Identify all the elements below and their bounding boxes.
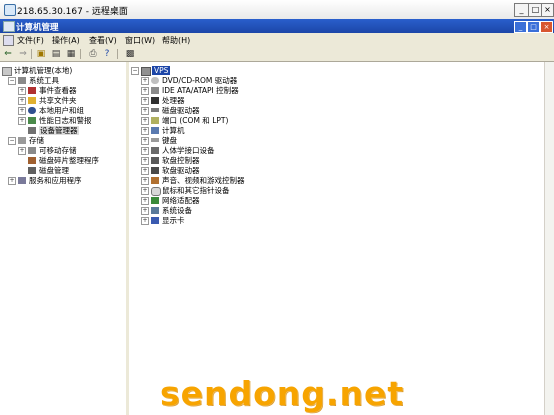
device-manager-icon <box>28 127 36 134</box>
collapse-icon[interactable]: − <box>8 137 16 145</box>
floppy-controller-icon <box>151 157 159 164</box>
forward-arrow-icon[interactable]: ⇒ <box>18 49 28 59</box>
computer-icon <box>2 67 12 76</box>
expand-icon[interactable]: + <box>141 87 149 95</box>
inner-close-button[interactable]: × <box>540 21 553 33</box>
remote-desktop-title: 218.65.30.167 - 远程桌面 <box>17 7 128 17</box>
dvd-drive-icon <box>151 77 159 84</box>
network-adapter-icon <box>151 197 159 204</box>
system-menu-icon[interactable] <box>3 35 14 46</box>
event-viewer-icon <box>28 87 36 94</box>
expand-icon[interactable]: + <box>18 117 26 125</box>
expand-icon[interactable]: + <box>141 97 149 105</box>
tools-icon <box>18 77 26 84</box>
menu-bar: 文件(F) 操作(A) 查看(V) 窗口(W) 帮助(H) <box>0 33 554 48</box>
expand-icon[interactable]: + <box>141 217 149 225</box>
expand-icon[interactable]: + <box>141 167 149 175</box>
expand-icon[interactable]: + <box>141 207 149 215</box>
window-titlebar: 计算机管理 _ □ × <box>0 19 554 33</box>
expand-icon[interactable]: + <box>141 77 149 85</box>
menu-action[interactable]: 操作(A) <box>52 35 80 46</box>
vertical-scrollbar[interactable] <box>544 62 554 415</box>
scan-hardware-icon[interactable]: ▩ <box>125 49 135 59</box>
back-arrow-icon[interactable]: ⇐ <box>3 49 13 59</box>
expand-icon[interactable]: + <box>141 137 149 145</box>
hid-icon <box>151 147 159 154</box>
users-icon <box>28 107 36 114</box>
watermark: sendong.net <box>160 374 405 413</box>
help-icon[interactable]: ? <box>102 49 112 59</box>
computer-management-icon <box>3 21 15 32</box>
expand-icon[interactable]: + <box>141 147 149 155</box>
expand-icon[interactable]: + <box>141 127 149 135</box>
expand-icon[interactable]: + <box>18 147 26 155</box>
properties-icon[interactable]: ▦ <box>66 49 76 59</box>
menu-window[interactable]: 窗口(W) <box>125 35 155 46</box>
processor-icon <box>151 97 159 104</box>
expand-icon[interactable]: + <box>141 187 149 195</box>
collapse-icon[interactable]: − <box>131 67 139 75</box>
expand-icon[interactable]: + <box>141 107 149 115</box>
minimize-button[interactable]: _ <box>514 3 529 17</box>
services-icon <box>18 177 26 184</box>
defrag-icon <box>28 157 36 164</box>
shared-folder-icon <box>28 97 36 104</box>
expand-icon[interactable]: + <box>141 197 149 205</box>
expand-icon[interactable]: + <box>18 107 26 115</box>
menu-file[interactable]: 文件(F) <box>17 35 44 46</box>
storage-icon <box>18 137 26 144</box>
inner-minimize-button[interactable]: _ <box>514 21 527 33</box>
performance-icon <box>28 117 36 124</box>
expand-icon[interactable]: + <box>141 157 149 165</box>
expand-icon[interactable]: + <box>18 97 26 105</box>
port-icon <box>151 117 159 124</box>
remote-desktop-titlebar: 218.65.30.167 - 远程桌面 _ □ × <box>0 0 554 20</box>
show-hide-tree-icon[interactable]: ▤ <box>51 49 61 59</box>
device-list: − VPS + DVD/CD-ROM 驱动器 + IDE ATA/ATAPI 控… <box>129 62 544 415</box>
keyboard-icon <box>151 138 159 142</box>
floppy-drive-icon <box>151 167 159 174</box>
disk-management-icon <box>28 167 36 174</box>
window-title: 计算机管理 <box>16 23 59 33</box>
expand-icon[interactable]: + <box>141 117 149 125</box>
console-tree: 计算机管理(本地) − 系统工具 + 事件查看器 + 共享文件夹 + 本地用户和… <box>0 62 129 415</box>
computer-icon <box>151 127 159 134</box>
expand-icon[interactable]: + <box>18 87 26 95</box>
disk-drive-icon <box>151 108 159 112</box>
sound-icon <box>151 177 159 184</box>
ide-controller-icon <box>151 87 159 94</box>
toolbar: ⇐ ⇒ ▣ ▤ ▦ ⎙ ? ▩ <box>0 47 554 62</box>
collapse-icon[interactable]: − <box>8 77 16 85</box>
print-icon[interactable]: ⎙ <box>88 49 98 59</box>
computer-icon <box>141 67 151 76</box>
menu-help[interactable]: 帮助(H) <box>162 35 190 46</box>
up-folder-icon[interactable]: ▣ <box>36 49 46 59</box>
display-adapter-icon <box>151 217 159 224</box>
menu-view[interactable]: 查看(V) <box>89 35 117 46</box>
expand-icon[interactable]: + <box>8 177 16 185</box>
removable-storage-icon <box>28 147 36 154</box>
inner-maximize-button[interactable]: □ <box>527 21 540 33</box>
remote-desktop-icon <box>4 4 16 16</box>
mouse-icon <box>151 187 161 196</box>
expand-icon[interactable]: + <box>141 177 149 185</box>
close-button[interactable]: × <box>541 3 554 17</box>
system-devices-icon <box>151 207 159 214</box>
